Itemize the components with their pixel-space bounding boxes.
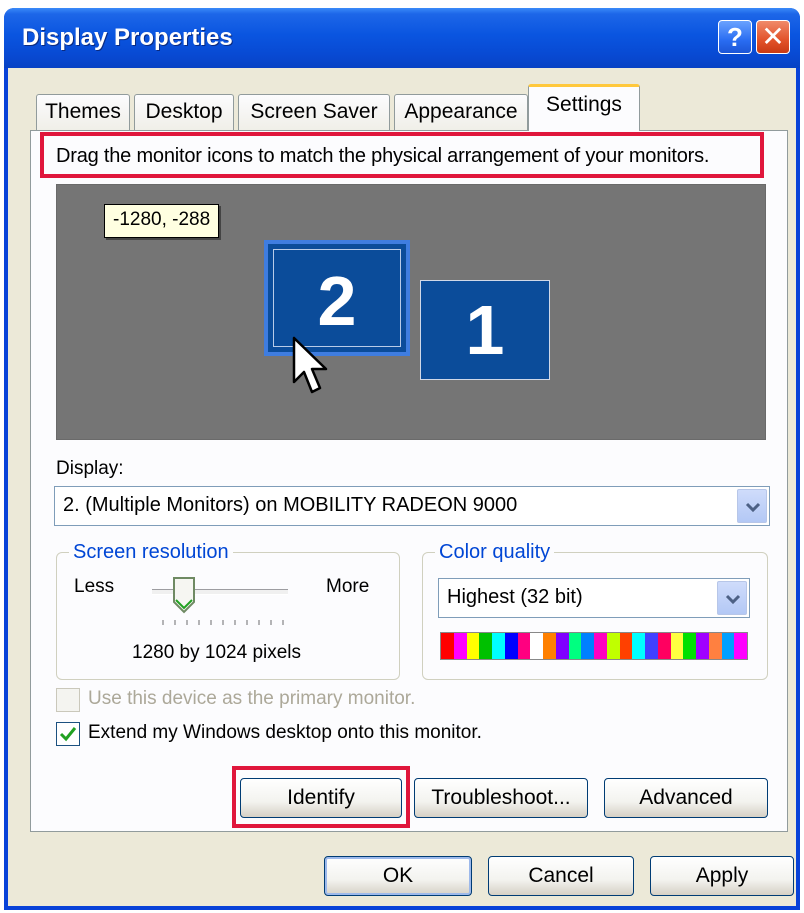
help-icon[interactable]: ? <box>718 20 752 54</box>
extend-desktop-label: Extend my Windows desktop onto this moni… <box>88 722 482 743</box>
primary-monitor-label: Use this device as the primary monitor. <box>88 688 416 709</box>
screen-resolution-legend: Screen resolution <box>69 539 233 565</box>
color-quality-spectrum-bar <box>440 632 748 660</box>
display-select-value: 2. (Multiple Monitors) on MOBILITY RADEO… <box>63 494 518 516</box>
resolution-slider-ticks <box>162 620 284 625</box>
checkmark-icon <box>59 727 77 742</box>
resolution-more-label: More <box>326 576 370 597</box>
coordinate-tooltip: -1280, -288 <box>104 204 220 238</box>
cancel-button[interactable]: Cancel <box>488 856 634 896</box>
tab-appearance[interactable]: Appearance <box>394 94 528 130</box>
apply-button[interactable]: Apply <box>650 856 794 896</box>
chevron-down-icon[interactable] <box>737 489 767 523</box>
extend-desktop-checkbox[interactable] <box>56 722 80 746</box>
display-label: Display: <box>56 458 124 479</box>
advanced-button[interactable]: Advanced <box>604 778 768 818</box>
tab-themes[interactable]: Themes <box>36 94 130 130</box>
monitor-2-icon[interactable]: 2 <box>264 240 410 356</box>
troubleshoot-button[interactable]: Troubleshoot... <box>414 778 588 818</box>
monitor-1-icon[interactable]: 1 <box>420 280 550 380</box>
display-select[interactable]: 2. (Multiple Monitors) on MOBILITY RADEO… <box>54 486 770 526</box>
monitor-1-number: 1 <box>465 291 505 369</box>
identify-button[interactable]: Identify <box>240 778 402 818</box>
ok-button[interactable]: OK <box>324 856 472 896</box>
chevron-down-icon[interactable] <box>717 581 747 615</box>
title-bar[interactable]: Display Properties ? ✕ <box>4 8 800 68</box>
close-icon[interactable]: ✕ <box>756 20 790 54</box>
resolution-value: 1280 by 1024 pixels <box>132 642 302 663</box>
color-quality-select[interactable]: Highest (32 bit) <box>438 578 750 618</box>
tab-settings[interactable]: Settings <box>528 84 640 131</box>
arrangement-instruction: Drag the monitor icons to match the phys… <box>56 145 710 167</box>
color-quality-value: Highest (32 bit) <box>447 586 583 608</box>
resolution-slider-thumb[interactable] <box>172 576 196 614</box>
mouse-pointer-icon <box>292 336 328 394</box>
window-title: Display Properties <box>22 24 233 51</box>
monitor-2-number: 2 <box>317 262 357 340</box>
resolution-less-label: Less <box>74 576 115 597</box>
tab-desktop[interactable]: Desktop <box>134 94 234 130</box>
tab-screen-saver[interactable]: Screen Saver <box>238 94 390 130</box>
primary-monitor-checkbox[interactable] <box>56 688 80 712</box>
color-quality-legend: Color quality <box>435 539 555 565</box>
